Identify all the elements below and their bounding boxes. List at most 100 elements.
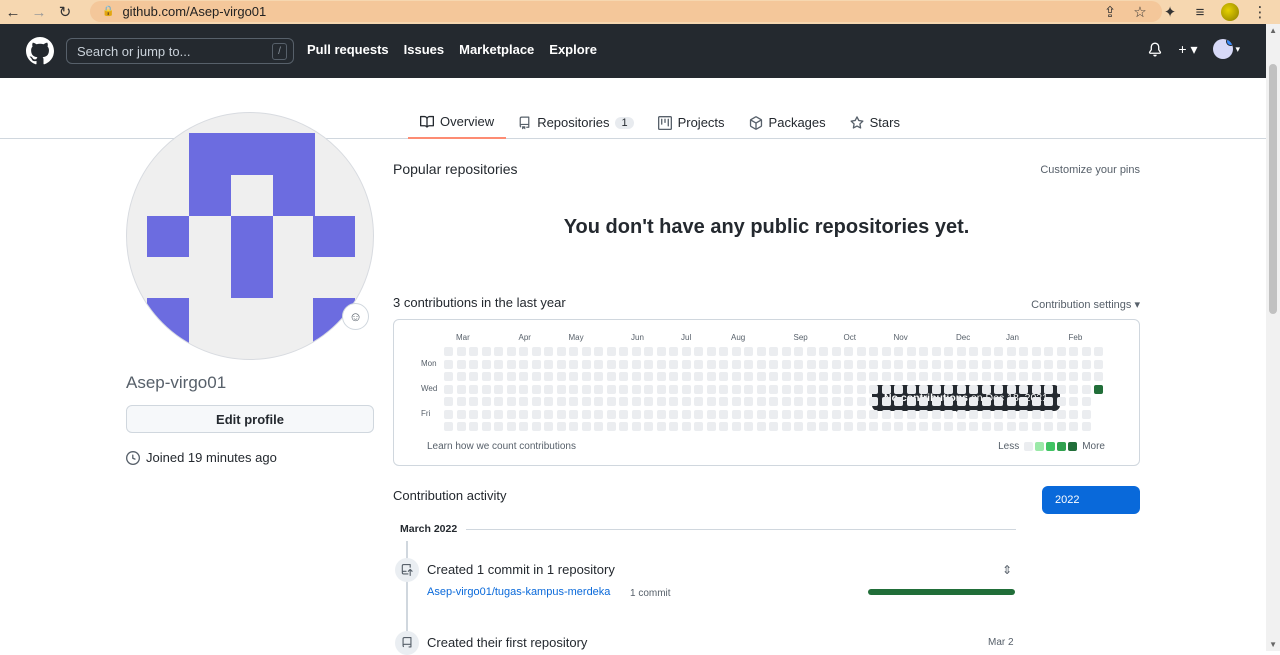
contribution-day-cell[interactable] [494, 422, 503, 431]
contribution-day-cell[interactable] [781, 359, 791, 369]
contribution-day-cell[interactable] [706, 359, 716, 369]
contribution-day-cell[interactable] [756, 359, 766, 369]
bell-icon[interactable] [1148, 42, 1162, 57]
contribution-day-cell[interactable] [1006, 372, 1016, 381]
contribution-day-cell[interactable] [894, 372, 903, 381]
contribution-day-cell[interactable] [1019, 422, 1028, 431]
contribution-day-cell[interactable] [944, 409, 953, 419]
activity-repo-link[interactable]: Asep-virgo01/tugas-kampus-merdeka [427, 586, 610, 598]
forward-icon[interactable]: → [26, 1, 52, 23]
contribution-day-cell[interactable] [981, 409, 991, 419]
contribution-day-cell[interactable] [931, 422, 941, 431]
contribution-day-cell[interactable] [906, 384, 916, 394]
contribution-day-cell[interactable] [469, 347, 478, 356]
contribution-day-cell[interactable] [569, 384, 578, 394]
contribution-day-cell[interactable] [956, 384, 966, 394]
contribution-day-cell[interactable] [519, 397, 528, 406]
contribution-day-cell[interactable] [1069, 397, 1078, 406]
contribution-day-cell[interactable] [469, 384, 478, 394]
contribution-day-cell[interactable] [994, 372, 1003, 381]
contribution-day-cell[interactable] [456, 384, 466, 394]
contribution-day-cell[interactable] [956, 422, 966, 431]
contribution-day-cell[interactable] [819, 372, 828, 381]
scrollbar-thumb[interactable] [1269, 64, 1277, 314]
contribution-day-cell[interactable] [581, 372, 591, 381]
contribution-day-cell[interactable] [919, 359, 928, 369]
contribution-day-cell[interactable] [456, 422, 466, 431]
contribution-day-cell[interactable] [481, 409, 491, 419]
contribution-day-cell[interactable] [1006, 347, 1016, 356]
contribution-day-cell[interactable] [644, 409, 653, 419]
contribution-day-cell[interactable] [831, 372, 841, 381]
contribution-day-cell[interactable] [931, 359, 941, 369]
contribution-day-cell[interactable] [444, 372, 453, 381]
contribution-day-cell[interactable] [494, 359, 503, 369]
contribution-day-cell[interactable] [956, 347, 966, 356]
contribution-day-cell[interactable] [806, 372, 816, 381]
contribution-day-cell[interactable] [1031, 409, 1041, 419]
contribution-day-cell[interactable] [756, 384, 766, 394]
contribution-day-cell[interactable] [531, 347, 541, 356]
tab-overview[interactable]: Overview [408, 106, 507, 139]
contribution-day-cell[interactable] [669, 347, 678, 356]
contribution-day-cell[interactable] [856, 422, 866, 431]
contribution-day-cell[interactable] [919, 384, 928, 394]
contribution-day-cell[interactable] [869, 359, 878, 369]
contribution-day-cell[interactable] [944, 422, 953, 431]
contribution-day-cell[interactable] [831, 359, 841, 369]
contribution-day-cell[interactable] [619, 347, 628, 356]
contribution-day-cell[interactable] [756, 422, 766, 431]
bookmark-star-icon[interactable]: ☆ [1126, 1, 1154, 23]
contribution-day-cell[interactable] [456, 397, 466, 406]
contribution-day-cell[interactable] [769, 422, 778, 431]
contribution-day-cell[interactable] [944, 384, 953, 394]
contribution-day-cell[interactable] [906, 409, 916, 419]
contribution-day-cell[interactable] [1081, 359, 1091, 369]
contribution-day-cell[interactable] [694, 422, 703, 431]
contribution-day-cell[interactable] [669, 372, 678, 381]
nav-pull-requests[interactable]: Pull requests [307, 42, 389, 57]
contribution-day-cell[interactable] [619, 359, 628, 369]
contribution-day-cell[interactable] [781, 347, 791, 356]
contribution-day-cell[interactable] [606, 359, 616, 369]
contribution-day-cell[interactable] [469, 397, 478, 406]
contribution-day-cell[interactable] [719, 384, 728, 394]
contribution-day-cell[interactable] [1081, 422, 1091, 431]
contribution-day-cell[interactable] [706, 347, 716, 356]
contribution-day-cell[interactable] [531, 409, 541, 419]
contribution-day-cell[interactable] [581, 359, 591, 369]
contribution-day-cell[interactable] [1069, 422, 1078, 431]
contribution-day-cell[interactable] [1044, 347, 1053, 356]
contribution-day-cell[interactable] [606, 372, 616, 381]
contribution-day-cell[interactable] [844, 372, 853, 381]
contribution-day-cell[interactable] [756, 409, 766, 419]
contribution-day-cell[interactable] [669, 359, 678, 369]
contribution-day-cell[interactable] [631, 409, 641, 419]
contribution-day-cell[interactable] [544, 359, 553, 369]
address-bar[interactable]: 🔒 github.com/Asep-virgo01 [90, 1, 1162, 22]
contribution-day-cell[interactable] [644, 347, 653, 356]
contribution-day-cell[interactable] [531, 372, 541, 381]
contribution-day-cell[interactable] [594, 409, 603, 419]
contribution-day-cell[interactable] [1069, 384, 1078, 394]
contribution-day-cell[interactable] [519, 359, 528, 369]
contribution-day-cell[interactable] [844, 359, 853, 369]
contribution-day-cell[interactable] [906, 422, 916, 431]
search-input[interactable]: Search or jump to... / [66, 38, 294, 64]
contribution-day-cell[interactable] [569, 422, 578, 431]
contribution-day-cell[interactable] [1069, 347, 1078, 356]
contribution-settings-dropdown[interactable]: Contribution settings ▾ [1031, 298, 1140, 311]
contribution-day-cell[interactable] [869, 347, 878, 356]
contribution-day-cell[interactable] [744, 409, 753, 419]
contribution-day-cell[interactable] [794, 384, 803, 394]
contribution-day-cell[interactable] [506, 422, 516, 431]
contribution-day-cell[interactable] [1056, 397, 1066, 406]
contribution-day-cell[interactable] [881, 422, 891, 431]
contribution-day-cell[interactable] [481, 372, 491, 381]
contribution-day-cell[interactable] [519, 384, 528, 394]
contribution-day-cell[interactable] [881, 372, 891, 381]
contribution-day-cell[interactable] [544, 384, 553, 394]
contribution-day-cell[interactable] [806, 359, 816, 369]
contribution-day-cell[interactable] [506, 384, 516, 394]
user-menu[interactable]: ▾ [1213, 39, 1240, 59]
